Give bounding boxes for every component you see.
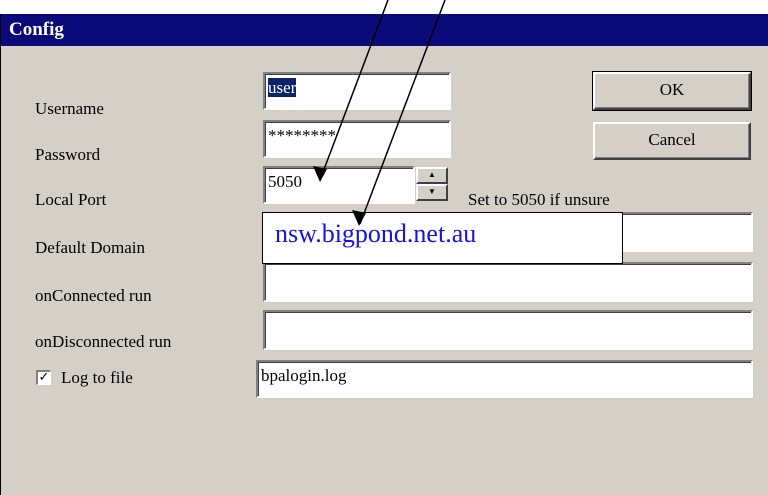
arrow-line-domain — [359, 0, 446, 225]
annotation-arrows — [313, 0, 446, 226]
arrow-line-port — [319, 0, 389, 181]
